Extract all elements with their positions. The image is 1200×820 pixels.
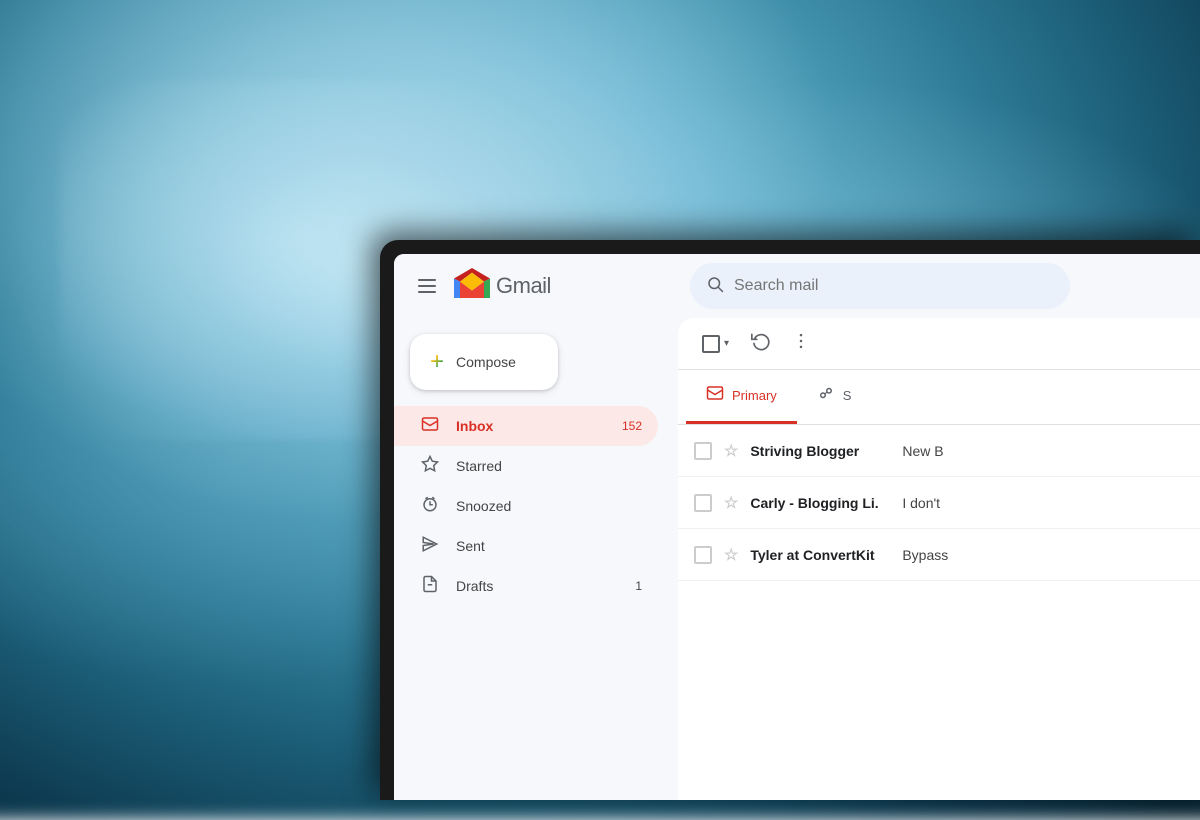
device-frame: Gmail + Compose (380, 240, 1200, 800)
email-sender-1: Striving Blogger (750, 443, 890, 459)
tab-social[interactable]: S (797, 370, 872, 424)
gmail-m-icon (454, 268, 490, 304)
inbox-icon (420, 415, 440, 438)
screen: Gmail + Compose (394, 254, 1200, 800)
snoozed-icon (420, 495, 440, 518)
email-star-2[interactable]: ☆ (724, 493, 738, 513)
sent-label: Sent (456, 538, 642, 554)
sidebar-item-inbox[interactable]: Inbox 152 (394, 406, 658, 446)
social-tab-label: S (843, 388, 852, 403)
compose-label: Compose (456, 354, 516, 370)
compose-plus-icon: + (430, 350, 444, 374)
email-sender-2: Carly - Blogging Li. (750, 495, 890, 511)
sidebar-item-sent[interactable]: Sent (394, 526, 658, 566)
email-area: ▾ (678, 318, 1200, 800)
email-star-1[interactable]: ☆ (724, 441, 738, 461)
hamburger-line-3 (418, 291, 436, 293)
gmail-logo: Gmail (454, 268, 551, 304)
sent-icon (420, 535, 440, 558)
gmail-header: Gmail (394, 254, 1200, 318)
chevron-down-icon: ▾ (724, 338, 729, 349)
select-checkbox (702, 335, 720, 353)
primary-tab-label: Primary (732, 388, 777, 403)
email-star-3[interactable]: ☆ (724, 545, 738, 565)
hamburger-line-1 (418, 279, 436, 281)
starred-label: Starred (456, 458, 642, 474)
primary-tab-icon (706, 384, 724, 407)
email-row[interactable]: ☆ Carly - Blogging Li. I don't (678, 477, 1200, 529)
sidebar: + Compose Inbox 152 (394, 318, 674, 800)
email-list: ☆ Striving Blogger New B ☆ Carly - Blogg… (678, 425, 1200, 800)
hamburger-menu-button[interactable] (410, 271, 444, 301)
snoozed-label: Snoozed (456, 498, 642, 514)
inbox-label: Inbox (456, 418, 606, 434)
search-icon (706, 275, 724, 298)
inbox-count: 152 (622, 419, 642, 433)
search-bar[interactable] (690, 263, 1070, 309)
email-checkbox-2[interactable] (694, 494, 712, 512)
header-left: Gmail (410, 268, 690, 304)
main-content: + Compose Inbox 152 (394, 318, 1200, 800)
hamburger-line-2 (418, 285, 436, 287)
email-row[interactable]: ☆ Striving Blogger New B (678, 425, 1200, 477)
refresh-button[interactable] (745, 325, 777, 362)
star-icon (420, 455, 440, 478)
email-tabs: Primary S (678, 370, 1200, 425)
drafts-icon (420, 575, 440, 598)
email-checkbox-3[interactable] (694, 546, 712, 564)
compose-button[interactable]: + Compose (410, 334, 558, 390)
email-preview-3: Bypass (902, 547, 1022, 563)
sidebar-item-starred[interactable]: Starred (394, 446, 658, 486)
drafts-count: 1 (635, 579, 642, 593)
email-toolbar: ▾ (678, 318, 1200, 370)
social-tab-icon (817, 384, 835, 407)
email-row[interactable]: ☆ Tyler at ConvertKit Bypass (678, 529, 1200, 581)
app-name-label: Gmail (496, 273, 551, 299)
sidebar-item-snoozed[interactable]: Snoozed (394, 486, 658, 526)
select-all-button[interactable]: ▾ (694, 329, 737, 359)
more-options-button[interactable] (785, 325, 817, 363)
email-sender-3: Tyler at ConvertKit (750, 547, 890, 563)
tab-primary[interactable]: Primary (686, 370, 797, 424)
search-input[interactable] (734, 277, 1054, 295)
sidebar-item-drafts[interactable]: Drafts 1 (394, 566, 658, 606)
email-checkbox-1[interactable] (694, 442, 712, 460)
drafts-label: Drafts (456, 578, 619, 594)
email-preview-2: I don't (902, 495, 1022, 511)
email-preview-1: New B (902, 443, 1022, 459)
